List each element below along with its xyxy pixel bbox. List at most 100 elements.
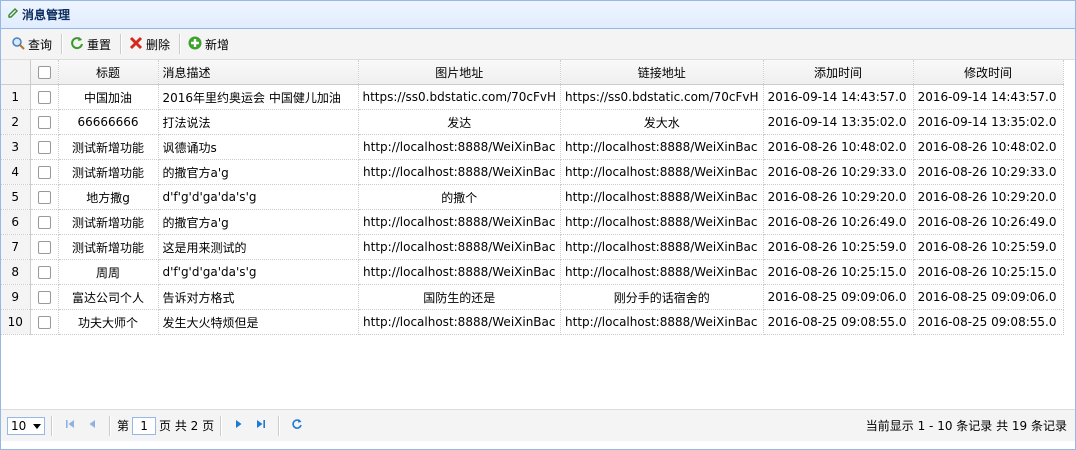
table-row[interactable]: 8 周周 d'f'g'd'ga'da's'g http://localhost:888… [1,259,1064,285]
query-button[interactable]: 查询 [7,34,56,55]
cell-created-time: 2016-09-14 14:43:57.0 [763,84,914,110]
add-button[interactable]: 新增 [184,34,233,55]
page-total-label: 页 共 2 页 [159,419,215,433]
page-prefix-label: 第 [117,419,130,433]
column-header-description[interactable]: 消息描述 [158,60,359,85]
first-page-button[interactable] [59,416,81,436]
cell-created-time: 2016-08-25 09:08:55.0 [763,309,914,335]
last-page-button[interactable] [250,416,272,436]
table-row[interactable]: 5 地方撒g d'f'g'd'ga'da's'g 的撒个 http://localhos… [1,184,1064,210]
cell-created-time: 2016-08-26 10:25:15.0 [763,259,914,285]
message-table: 标题 消息描述 图片地址 链接地址 添加时间 修改时间 1 中国加油 2016年里约… [1,60,1064,335]
delete-button[interactable]: 删除 [125,34,174,55]
cell-title: 中国加油 [58,84,159,110]
table-row[interactable]: 1 中国加油 2016年里约奥运会 中国健儿加油 https://ss0.bdstat… [1,84,1064,110]
cell-link-url: http://localhost:8888/WeiXinBac [560,209,764,235]
page-size-select[interactable]: 10 [7,416,45,435]
delete-icon [129,36,143,53]
checkbox-box [37,191,51,204]
cell-title: 66666666 [58,109,159,135]
cell-description: 告诉对方格式 [158,284,359,310]
row-number: 5 [1,184,31,210]
row-checkbox[interactable] [30,234,59,260]
cell-description: d'f'g'd'ga'da's'g [158,184,359,210]
cell-description: 2016年里约奥运会 中国健儿加油 [158,84,359,110]
pager-divider [109,415,111,436]
add-icon [188,36,202,53]
dropdown-arrow-icon [33,419,41,433]
table-row[interactable]: 7 测试新增功能 这是用来测试的 http://localhost:8888/WeiX… [1,234,1064,260]
column-header-created-time[interactable]: 添加时间 [763,60,914,85]
cell-link-url: 刚分手的话宿舍的 [560,284,764,310]
table-row[interactable]: 2 66666666 打法说法 发达 发大水 2016-09-14 13:35:02.0 2… [1,109,1064,135]
column-header-link-url[interactable]: 链接地址 [560,60,764,85]
add-label: 新增 [205,37,230,52]
cell-title: 富达公司个人 [58,284,159,310]
cell-modified-time: 2016-09-14 13:35:02.0 [913,109,1064,135]
cell-image-url: 的撒个 [358,184,562,210]
cell-description: 的撒官方a'g [158,209,359,235]
table-row[interactable]: 4 测试新增功能 的撒官方a'g http://localhost:8888/WeiX… [1,159,1064,185]
pager-divider [220,415,223,436]
cell-image-url: http://localhost:8888/WeiXinBac [358,259,562,285]
checkbox-box [37,141,51,154]
row-checkbox[interactable] [30,109,59,135]
row-checkbox[interactable] [30,284,59,310]
row-checkbox[interactable] [30,209,59,235]
cell-link-url: https://ss0.bdstatic.com/70cFvH [560,84,764,110]
cell-image-url: http://localhost:8888/WeiXinBac [358,159,562,185]
page-number-input[interactable]: 1 [132,416,157,435]
cell-modified-time: 2016-08-25 09:09:06.0 [913,284,1064,310]
next-page-button[interactable] [228,416,250,436]
row-checkbox[interactable] [30,84,59,110]
row-checkbox[interactable] [30,159,59,185]
cell-created-time: 2016-08-26 10:29:20.0 [763,184,914,210]
row-checkbox[interactable] [30,184,59,210]
pager-divider [278,415,281,436]
row-number: 2 [1,109,31,135]
row-checkbox[interactable] [30,309,59,335]
column-header-image-url[interactable]: 图片地址 [358,60,562,85]
cell-link-url: http://localhost:8888/WeiXinBac [560,309,764,335]
cell-modified-time: 2016-09-14 14:43:57.0 [913,84,1064,110]
column-header-title[interactable]: 标题 [58,60,159,85]
table-row[interactable]: 9 富达公司个人 告诉对方格式 国防生的还是 刚分手的话宿舍的 2016-08-25 09… [1,284,1064,310]
table-body: 1 中国加油 2016年里约奥运会 中国健儿加油 https://ss0.bdstat… [1,84,1064,335]
message-management-panel: 消息管理 查询 重置 删除 新增 标题 消息描述 图片地址 链接地址 添加时间 … [0,0,1076,450]
row-number: 8 [1,259,31,285]
column-header-modified-time[interactable]: 修改时间 [913,60,1064,85]
cell-image-url: http://localhost:8888/WeiXinBac [358,134,562,160]
checkbox-box [37,291,51,304]
checkbox-box [37,66,51,79]
reset-button[interactable]: 重置 [66,34,115,55]
select-all-checkbox[interactable] [30,60,59,85]
cell-link-url: http://localhost:8888/WeiXinBac [560,259,764,285]
search-icon [11,36,25,53]
cell-title: 测试新增功能 [58,159,159,185]
checkbox-box [37,116,51,129]
toolbar: 查询 重置 删除 新增 [1,29,1075,60]
cell-image-url: http://localhost:8888/WeiXinBac [358,234,562,260]
row-checkbox[interactable] [30,259,59,285]
table-row[interactable]: 6 测试新增功能 的撒官方a'g http://localhost:8888/WeiX… [1,209,1064,235]
cell-modified-time: 2016-08-26 10:48:02.0 [913,134,1064,160]
cell-title: 周周 [58,259,159,285]
row-number: 1 [1,84,31,110]
cell-description: 这是用来测试的 [158,234,359,260]
table-row[interactable]: 3 测试新增功能 讽德诵功s http://localhost:8888/WeiXin… [1,134,1064,160]
table-row[interactable]: 10 功夫大师个 发生大火特烦但是 http://localhost:8888/Wei… [1,309,1064,335]
cell-description: d'f'g'd'ga'da's'g [158,259,359,285]
checkbox-box [37,316,51,329]
checkbox-box [37,91,51,104]
cell-description: 讽德诵功s [158,134,359,160]
prev-page-button[interactable] [81,416,103,436]
cell-description: 发生大火特烦但是 [158,309,359,335]
cell-title: 地方撒g [58,184,159,210]
cell-image-url: 国防生的还是 [358,284,562,310]
row-number: 6 [1,209,31,235]
refresh-page-button[interactable] [286,416,308,436]
refresh-icon [70,36,84,53]
cell-title: 测试新增功能 [58,209,159,235]
row-checkbox[interactable] [30,134,59,160]
cell-created-time: 2016-08-26 10:29:33.0 [763,159,914,185]
